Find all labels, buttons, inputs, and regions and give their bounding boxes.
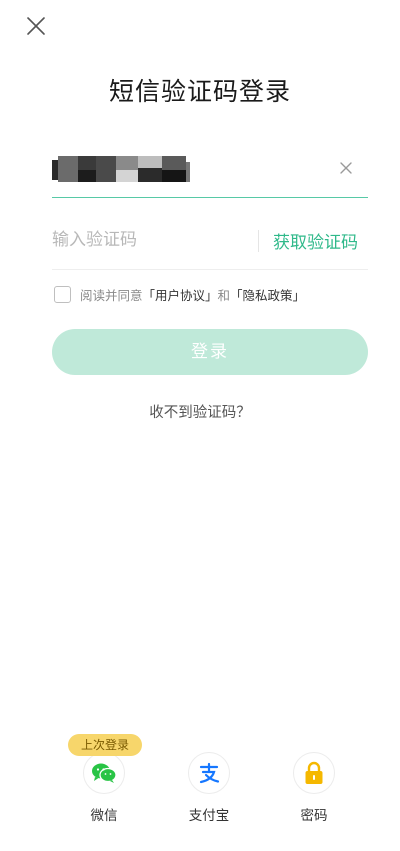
no-code-link[interactable]: 收不到验证码？ — [0, 401, 400, 422]
verification-code-row: 获取验证码 — [52, 218, 368, 270]
wechat-icon-circle — [83, 752, 125, 794]
alipay-icon — [199, 762, 220, 784]
page-title: 短信验证码登录 — [108, 77, 291, 106]
privacy-policy-link[interactable]: 「隐私政策」 — [230, 285, 305, 304]
login-button[interactable]: 登录 — [52, 329, 368, 375]
wechat-label: 微信 — [90, 808, 118, 824]
close-button[interactable] — [22, 12, 50, 40]
get-code-button[interactable]: 获取验证码 — [273, 228, 358, 253]
last-login-badge: 上次登录 — [68, 734, 142, 756]
agree-prefix-text: 阅读并同意 — [80, 287, 143, 303]
agree-and-text: 和 — [217, 287, 231, 303]
verification-code-input[interactable] — [52, 226, 252, 254]
agreement-row: 阅读并同意 「用户协议」 和 「隐私政策」 — [54, 284, 305, 304]
phone-field[interactable] — [52, 148, 368, 198]
alipay-label: 支付宝 — [188, 808, 230, 824]
wechat-icon — [92, 763, 117, 783]
close-icon — [27, 17, 45, 35]
agree-checkbox[interactable] — [54, 285, 71, 303]
clear-icon — [340, 162, 352, 174]
alipay-login-option[interactable]: 支付宝 — [169, 752, 249, 824]
lock-icon-circle — [293, 752, 335, 794]
clear-phone-button[interactable] — [338, 160, 354, 176]
password-login-option[interactable]: 密码 — [274, 752, 354, 824]
divider — [258, 230, 259, 252]
lock-icon — [305, 761, 323, 784]
user-agreement-link[interactable]: 「用户协议」 — [143, 285, 218, 304]
alipay-icon-circle — [188, 752, 230, 794]
password-label: 密码 — [300, 808, 328, 824]
wechat-login-option[interactable]: 微信 — [64, 752, 144, 824]
phone-number-masked — [52, 156, 192, 182]
